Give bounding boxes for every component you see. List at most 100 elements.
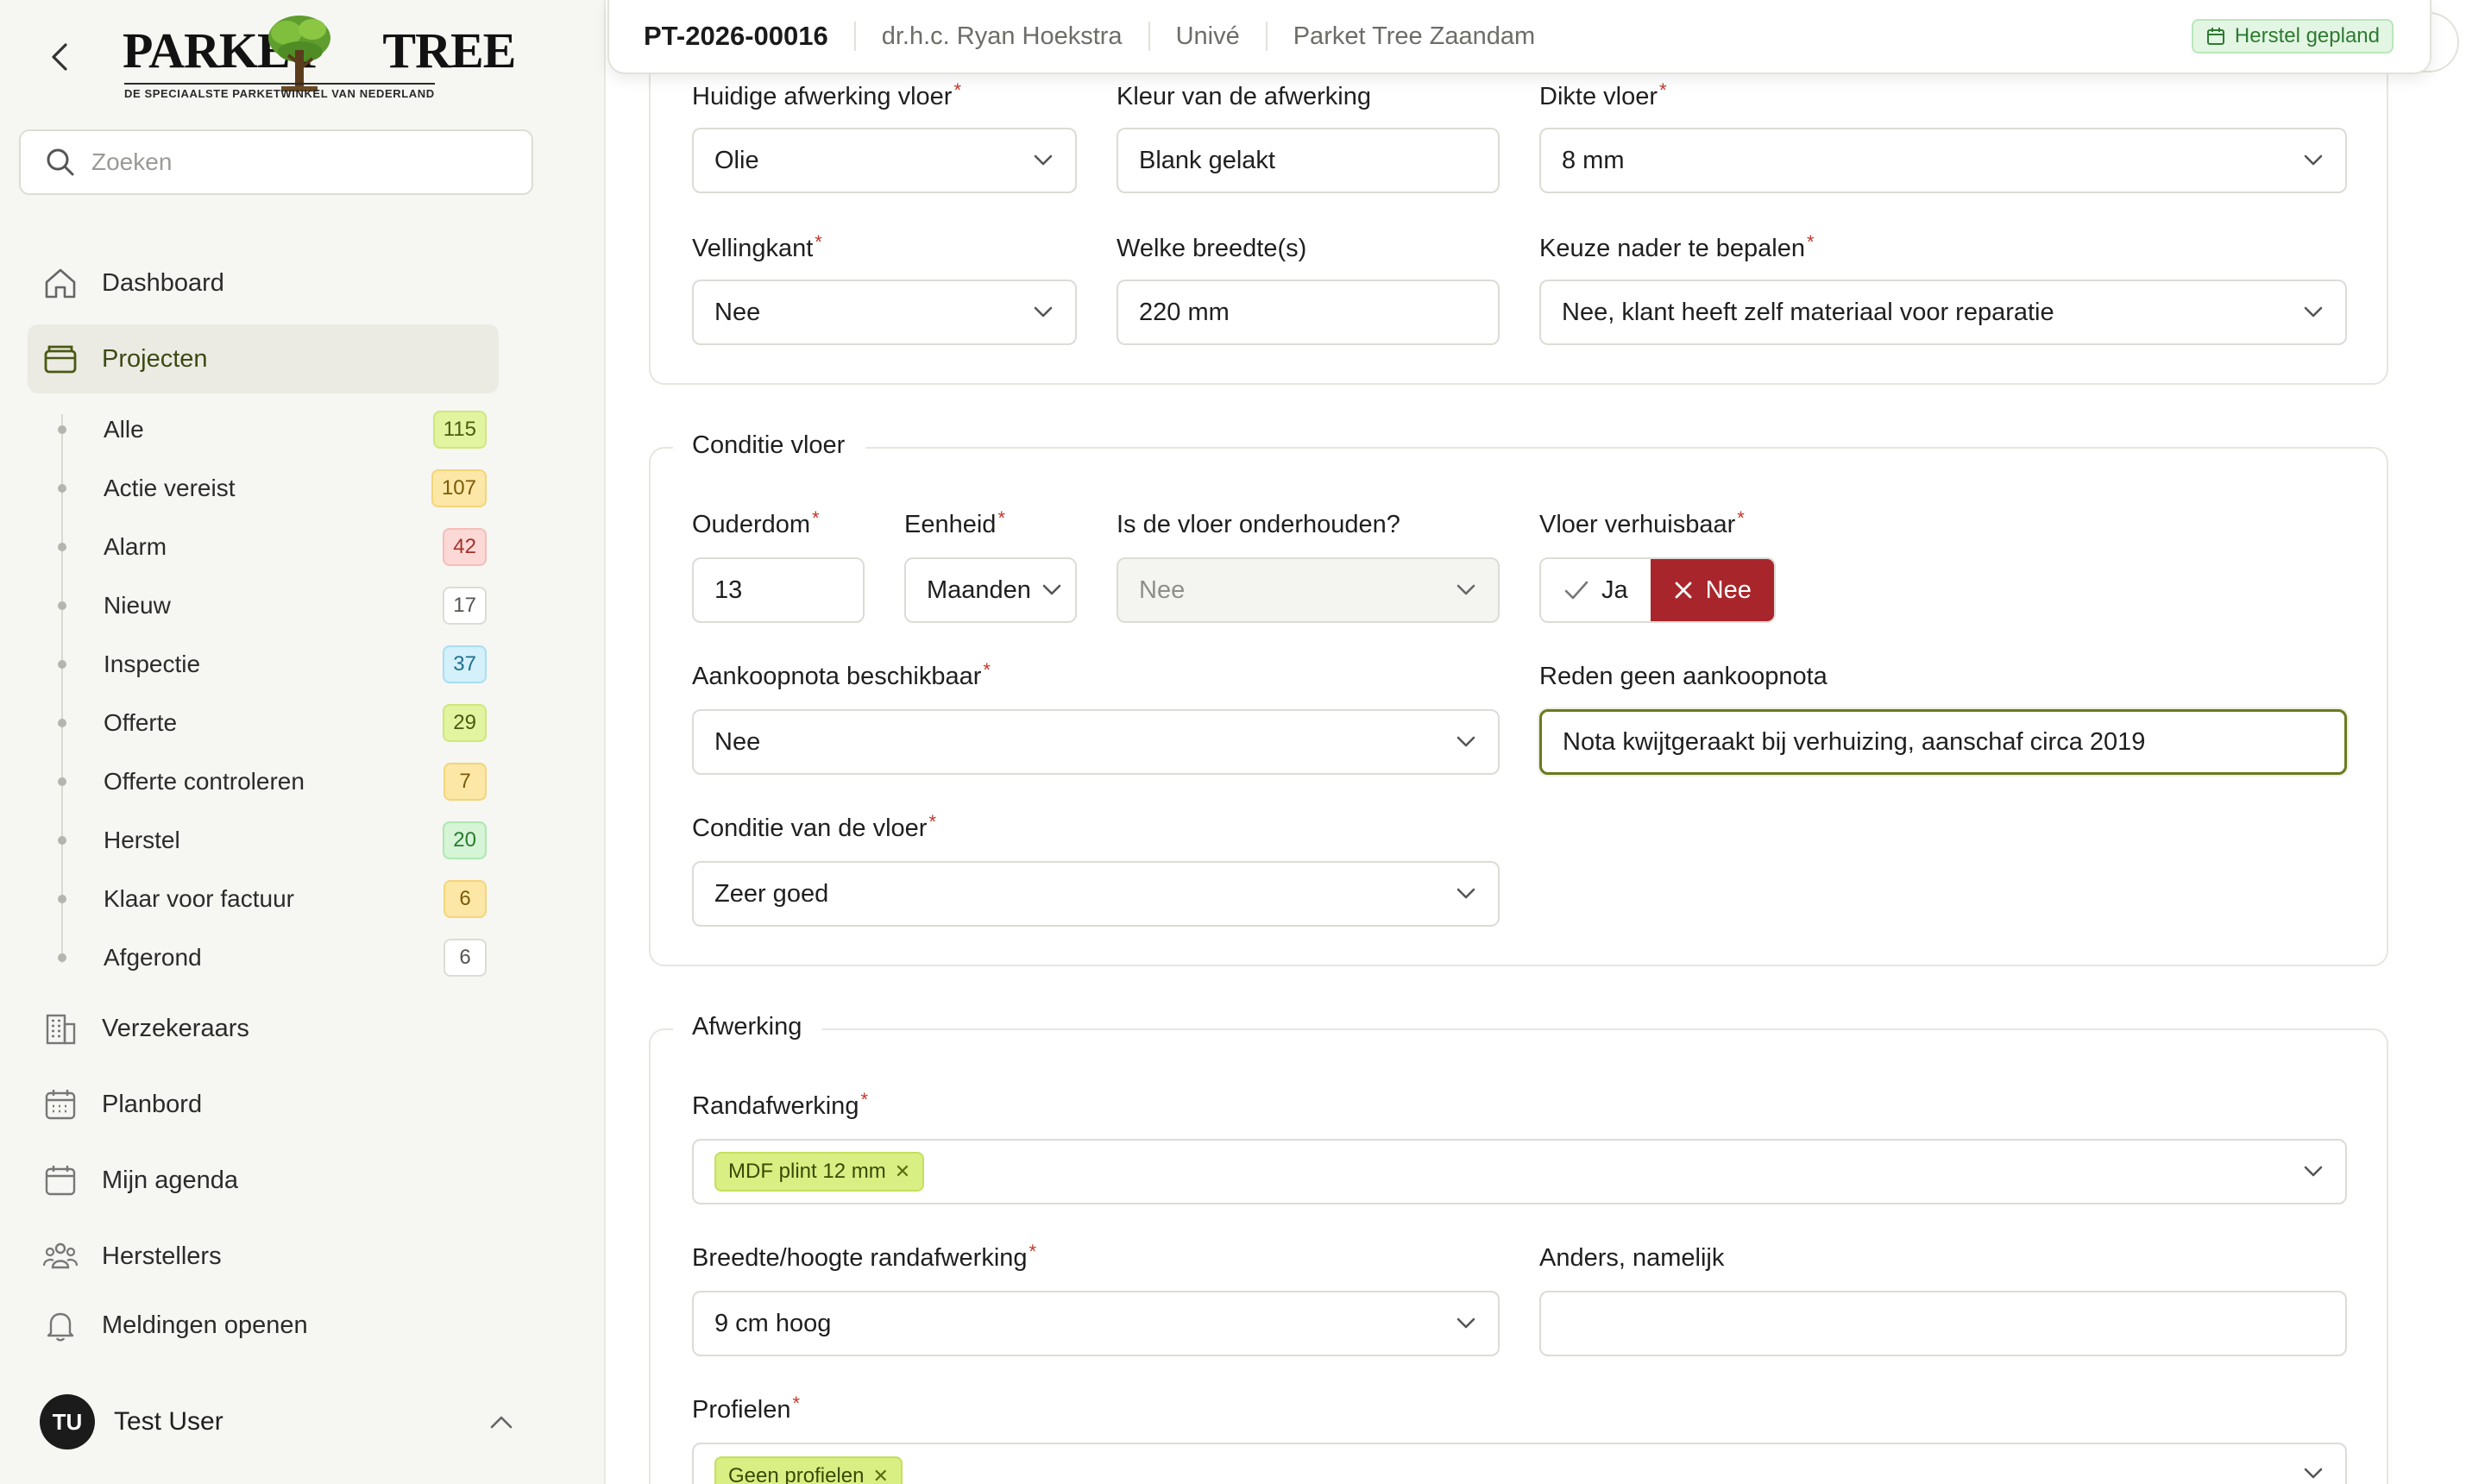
insurer-name[interactable]: Univé [1176, 22, 1240, 51]
subnav-item-alle[interactable]: Alle 115 [55, 407, 487, 452]
avatar: TU [40, 1394, 95, 1449]
chevron-down-icon [1034, 154, 1053, 166]
subnav-item-actie-vereist[interactable]: Actie vereist 107 [55, 466, 487, 511]
project-id: PT-2026-00016 [644, 21, 828, 51]
count-badge: 107 [431, 469, 487, 507]
edge-multiselect[interactable]: MDF plint 12 mm ✕ [692, 1139, 2347, 1204]
back-button[interactable] [41, 38, 79, 76]
nav-herstellers[interactable]: Herstellers [28, 1222, 499, 1291]
edge-size-label: Breedte/hoogte randafwerking* [692, 1241, 1037, 1272]
subnav-item-afgerond[interactable]: Afgerond 6 [55, 935, 487, 980]
project-header: PT-2026-00016 dr.h.c. Ryan Hoekstra Univ… [607, 0, 2432, 74]
remove-tag-icon[interactable]: ✕ [872, 1465, 888, 1484]
count-badge: 37 [443, 645, 487, 683]
age-label: Ouderdom* [692, 507, 820, 538]
subnav-item-offerte[interactable]: Offerte 29 [55, 701, 487, 745]
finish-color-input[interactable]: Blank gelakt [1117, 128, 1500, 193]
nav-label: Meldingen openen [102, 1311, 308, 1339]
subnav-item-herstel[interactable]: Herstel 20 [55, 818, 487, 863]
home-icon [45, 268, 76, 299]
edge-label: Randafwerking* [692, 1089, 869, 1120]
chevron-down-icon [2304, 306, 2323, 318]
chevron-left-icon [52, 43, 67, 71]
count-badge: 20 [443, 821, 487, 859]
count-badge: 6 [444, 939, 487, 977]
subnav-item-nieuw[interactable]: Nieuw 17 [55, 583, 487, 628]
age-input[interactable]: 13 [692, 557, 865, 623]
status-badge: Herstel gepland [2191, 19, 2394, 53]
chevron-down-icon [1042, 584, 1061, 595]
finish-select[interactable]: Olie [692, 128, 1077, 193]
search-input[interactable] [91, 148, 506, 176]
nav-planbord[interactable]: Planbord [28, 1070, 499, 1139]
subnav-item-offerte-controleren[interactable]: Offerte controleren 7 [55, 759, 487, 804]
subnav-item-inspectie[interactable]: Inspectie 37 [55, 642, 487, 687]
nav-projecten[interactable]: Projecten [28, 324, 499, 393]
search-box[interactable] [19, 129, 533, 195]
choice-select[interactable]: Nee, klant heeft zelf materiaal voor rep… [1539, 280, 2347, 345]
count-badge: 7 [444, 763, 487, 801]
count-badge: 29 [443, 704, 487, 742]
unit-select[interactable]: Maanden [904, 557, 1077, 623]
branch-name[interactable]: Parket Tree Zaandam [1293, 22, 1535, 51]
sidebar: PARKET TREE DE SPECIAALSTE PARKETWINKEL V… [0, 0, 606, 1484]
state-select[interactable]: Zeer goed [692, 861, 1500, 927]
chevron-down-icon [2304, 1468, 2323, 1479]
chevron-down-icon [1034, 306, 1053, 318]
reason-input[interactable]: Nota kwijtgeraakt bij verhuizing, aansch… [1539, 709, 2347, 775]
count-badge: 6 [444, 880, 487, 918]
nav-label: Dashboard [102, 268, 224, 297]
client-name[interactable]: dr.h.c. Ryan Hoekstra [882, 22, 1123, 51]
subnav-item-alarm[interactable]: Alarm 42 [55, 525, 487, 569]
receipt-label: Aankoopnota beschikbaar* [692, 659, 991, 690]
nav-label: Planbord [102, 1090, 203, 1118]
nav-label: Herstellers [102, 1242, 222, 1270]
movable-no-option[interactable]: Nee [1650, 559, 1774, 621]
logo-tagline: DE SPECIAALSTE PARKETWINKEL VAN NEDERLAN… [124, 83, 435, 100]
other-input[interactable] [1539, 1291, 2347, 1356]
unit-label: Eenheid* [904, 507, 1005, 538]
user-menu[interactable]: TU Test User [40, 1393, 514, 1451]
widths-label: Welke breedte(s) [1117, 235, 1307, 262]
logo-text-right: TREE [382, 22, 516, 79]
company-logo[interactable]: PARKET TREE DE SPECIAALSTE PARKETWINKEL V… [110, 12, 516, 102]
calendar-icon [2206, 28, 2224, 45]
subnav-item-klaar-voor-factuur[interactable]: Klaar voor factuur 6 [55, 877, 487, 921]
bevel-select[interactable]: Nee [692, 280, 1077, 345]
nav-verzekeraars[interactable]: Verzekeraars [28, 994, 499, 1063]
widths-input[interactable]: 220 mm [1117, 280, 1500, 345]
thickness-select[interactable]: 8 mm [1539, 128, 2347, 193]
nav-label: Mijn agenda [102, 1166, 238, 1194]
remove-tag-icon[interactable]: ✕ [895, 1160, 910, 1183]
nav-label: Projecten [102, 344, 208, 373]
movable-toggle[interactable]: Ja Nee [1539, 557, 1776, 623]
bevel-label: Vellingkant* [692, 231, 822, 262]
chevron-down-icon [1456, 1317, 1475, 1329]
user-name: Test User [114, 1407, 223, 1436]
movable-yes-option[interactable]: Ja [1541, 559, 1651, 621]
receipt-select[interactable]: Nee [692, 709, 1500, 775]
other-label: Anders, namelijk [1539, 1244, 1725, 1272]
nav-dashboard[interactable]: Dashboard [28, 248, 499, 318]
profiles-multiselect[interactable]: Geen profielen ✕ [692, 1443, 2347, 1484]
profiles-tag: Geen profielen ✕ [714, 1456, 903, 1484]
reason-label: Reden geen aankoopnota [1539, 663, 1828, 690]
chevron-down-icon [1456, 888, 1475, 899]
finishing-legend: Afwerking [673, 1013, 823, 1041]
search-icon [47, 148, 74, 176]
maintained-select: Nee [1117, 557, 1500, 623]
chevron-down-icon [2304, 1166, 2323, 1177]
edge-size-select[interactable]: 9 cm hoog [692, 1291, 1500, 1356]
choice-label: Keuze nader te bepalen* [1539, 231, 1815, 262]
state-label: Conditie van de vloer* [692, 811, 937, 842]
nav-label: Verzekeraars [102, 1014, 249, 1042]
chevron-down-icon [1456, 736, 1475, 747]
check-icon [1564, 581, 1589, 600]
edge-tag: MDF plint 12 mm ✕ [714, 1152, 925, 1192]
condition-legend: Conditie vloer [673, 431, 866, 460]
nav-mijn-agenda[interactable]: Mijn agenda [28, 1146, 499, 1215]
nav-meldingen-openen[interactable]: Meldingen openen [28, 1291, 499, 1360]
calendar-grid-icon [45, 1090, 76, 1120]
count-badge: 17 [443, 587, 487, 625]
close-icon [1675, 582, 1692, 599]
